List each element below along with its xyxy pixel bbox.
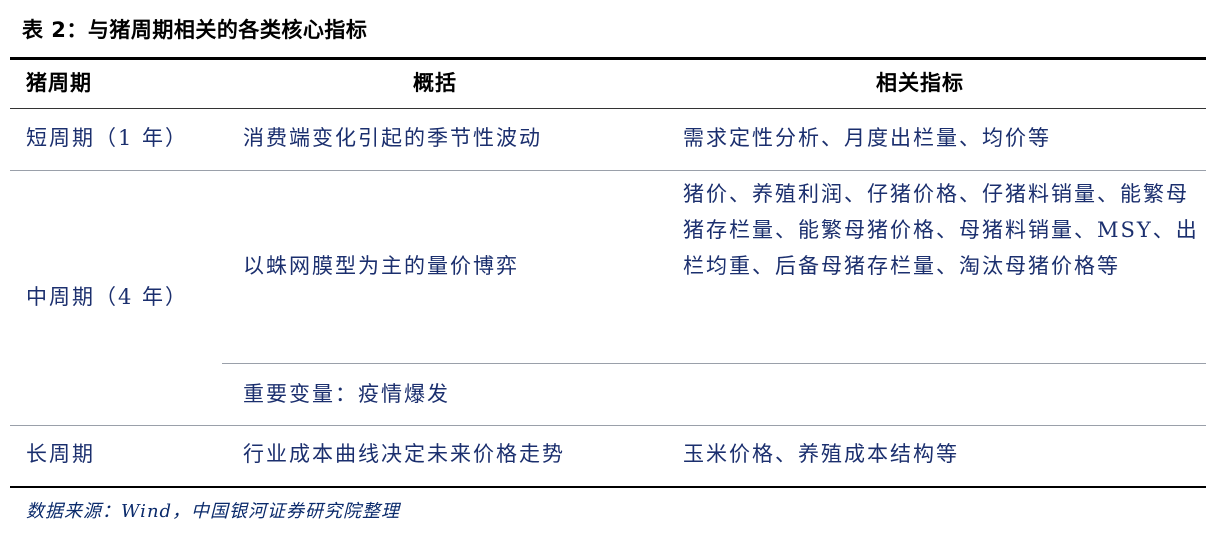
row-2-cycle: 中周期（4 年） [26,285,189,309]
row-2-indicators: 猪价、养殖利润、仔猪价格、仔猪料销量、能繁母猪存栏量、能繁母猪价格、母猪料销量、… [683,182,1199,278]
row-1-summary: 消费端变化引起的季节性波动 [243,126,542,150]
source-note: 数据来源：Wind，中国银河证券研究院整理 [26,501,401,522]
bottom-rule [10,486,1206,488]
header-indicators: 相关指标 [876,71,964,95]
row-1-indicators: 需求定性分析、月度出栏量、均价等 [683,126,1051,150]
row-1-cycle: 短周期（1 年） [26,126,189,150]
header-cycle: 猪周期 [26,71,92,95]
header-rule [10,108,1206,109]
row-2-summary-variable: 重要变量：疫情爆发 [243,382,450,406]
row-3-summary: 行业成本曲线决定未来价格走势 [243,442,565,466]
top-rule [10,57,1206,60]
row-divider-1 [10,170,1206,171]
table-title: 表 2：与猪周期相关的各类核心指标 [22,18,368,42]
row-2-subdivider [222,363,1206,364]
row-3-indicators: 玉米价格、养殖成本结构等 [683,442,959,466]
row-3-cycle: 长周期 [26,442,95,466]
row-divider-2 [10,425,1206,426]
header-summary: 概括 [413,71,457,95]
row-2-summary: 以蛛网膜型为主的量价博弈 [243,254,519,278]
